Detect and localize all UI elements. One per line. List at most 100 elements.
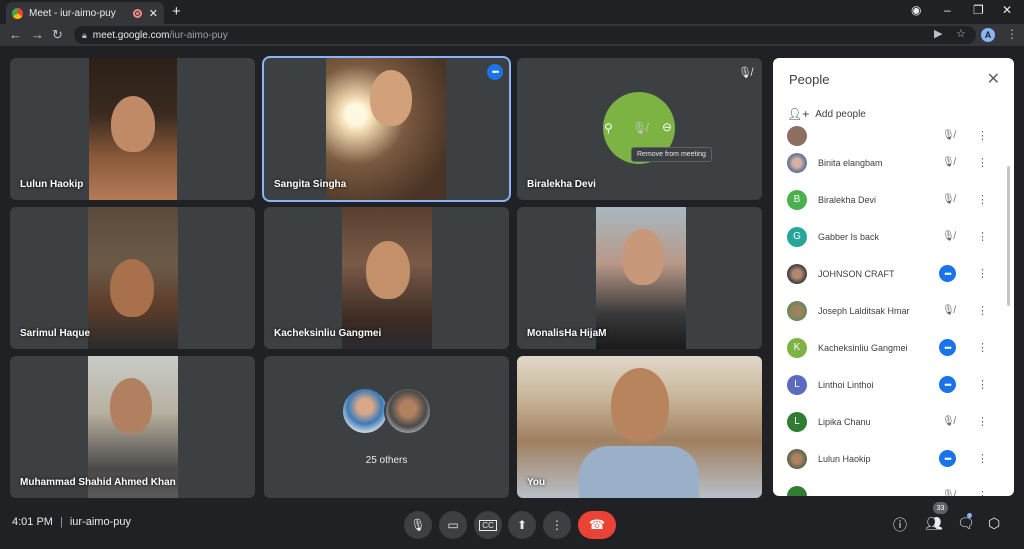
participant-tile[interactable]: Sarimul Haque — [10, 207, 255, 349]
self-video — [517, 356, 762, 498]
forward-icon[interactable]: → — [31, 27, 44, 42]
more-vert-icon: ⋮ — [551, 518, 563, 532]
camera-permission-icon[interactable]: ▶ — [934, 27, 942, 40]
list-item[interactable]: Binita elangbam 🎙︎̸ ⋮ — [773, 144, 1003, 181]
participant-name: MonalisHa HijaM — [527, 328, 607, 339]
clock-time: 4:01 PM — [12, 516, 53, 528]
restore-icon[interactable]: ❐ — [973, 3, 984, 17]
participant-more-icon[interactable]: ••• — [939, 265, 956, 282]
browser-menu-icon[interactable]: ⋮ — [1006, 27, 1018, 41]
profile-avatar[interactable]: A — [981, 28, 995, 42]
participant-name: Gabber Is back — [818, 231, 880, 242]
window-close-icon[interactable]: ✕ — [1002, 3, 1012, 17]
pin-icon[interactable]: ⚲ — [604, 121, 613, 135]
remove-participant-icon[interactable]: ⊖ — [662, 120, 672, 134]
add-people-button[interactable]: 👤︎+ Add people — [787, 107, 866, 121]
kebab-icon[interactable]: ⋮ — [977, 156, 988, 169]
avatar — [787, 263, 807, 284]
kebab-icon[interactable]: ⋮ — [977, 267, 988, 280]
mic-off-icon: 🎙︎̸ — [942, 490, 955, 496]
kebab-icon[interactable]: ⋮ — [977, 378, 988, 391]
mic-icon: 🎙︎ — [410, 518, 426, 532]
participant-tile-pinned[interactable]: ••• Sangita Singha — [262, 56, 511, 202]
tab-search-icon[interactable]: ◉ — [911, 3, 921, 17]
avatar: L — [787, 374, 807, 395]
kebab-icon[interactable]: ⋮ — [977, 230, 988, 243]
add-person-icon: 👤︎+ — [787, 107, 810, 121]
chat-icon[interactable]: 🗨︎ — [957, 515, 975, 532]
list-item[interactable]: L Lipika Chanu 🎙︎̸ ⋮ — [773, 403, 1003, 440]
participant-tile[interactable]: 🎙︎̸ ⚲ 🎙︎̸ ⊖ Remove from meeting Biralekh… — [517, 58, 762, 200]
new-tab-button[interactable]: + — [172, 3, 181, 20]
omnibox[interactable]: 🔒︎ meet.google.com/iur-aimo-puy — [74, 26, 976, 44]
participant-count-badge: 33 — [933, 502, 948, 514]
scrollbar[interactable] — [1007, 166, 1010, 306]
list-item[interactable]: B Biralekha Devi 🎙︎̸ ⋮ — [773, 181, 1003, 218]
people-panel: People ✕ 👤︎+ Add people 🎙︎̸ ⋮ Binita ela… — [773, 58, 1014, 496]
activities-icon[interactable]: ⬡ — [988, 515, 1000, 532]
mic-off-icon: 🎙︎̸ — [942, 130, 955, 141]
participant-tile[interactable]: MonalisHa HijaM — [517, 207, 762, 349]
participant-tile[interactable]: Muhammad Shahid Ahmed Khan — [10, 356, 255, 498]
mic-off-icon: 🎙︎̸ — [738, 67, 752, 79]
minimize-icon[interactable]: – — [944, 3, 951, 17]
participant-more-icon[interactable]: ••• — [939, 450, 956, 467]
participant-more-icon[interactable]: ••• — [939, 376, 956, 393]
present-icon: ⬆ — [516, 518, 528, 532]
others-count-label: 25 others — [365, 455, 408, 466]
bookmark-star-icon[interactable]: ☆ — [956, 27, 966, 40]
mute-participant-icon[interactable]: 🎙︎̸ — [632, 121, 647, 135]
tab-title: Meet - iur-aimo-puy — [29, 7, 116, 19]
kebab-icon[interactable]: ⋮ — [977, 452, 988, 465]
participant-tile[interactable]: Lulun Haokip — [10, 58, 255, 200]
kebab-icon[interactable]: ⋮ — [977, 193, 988, 206]
list-item[interactable]: K Kacheksinliu Gangmei ••• ⋮ — [773, 329, 1003, 366]
participant-name: Sarimul Haque — [20, 328, 91, 339]
participant-more-icon[interactable]: ••• — [939, 339, 956, 356]
tile-more-options-icon[interactable]: ••• — [487, 64, 503, 80]
mic-off-icon: 🎙︎̸ — [942, 194, 955, 205]
meeting-code: iur-aimo-puy — [69, 516, 131, 528]
avatar — [787, 125, 807, 146]
kebab-icon[interactable]: ⋮ — [977, 341, 988, 354]
captions-icon: CC — [479, 519, 497, 531]
tab-close-icon[interactable]: ✕ — [149, 7, 158, 20]
participant-name: Lulun Haokip — [818, 453, 871, 464]
participant-list[interactable]: 🎙︎̸ ⋮ Binita elangbam 🎙︎̸ ⋮ B Biralekha … — [773, 124, 1003, 496]
avatar: G — [787, 226, 807, 247]
url-host: meet.google.com — [92, 29, 170, 41]
self-video-tile[interactable]: You — [517, 356, 762, 498]
mic-button[interactable]: 🎙︎ — [404, 511, 432, 539]
people-icon[interactable]: 👥︎ — [925, 515, 943, 532]
mic-off-icon: 🎙︎̸ — [942, 416, 955, 427]
list-item[interactable]: Joseph Lalditsak Hmar 🎙︎̸ ⋮ — [773, 292, 1003, 329]
others-tile[interactable]: 25 others — [264, 356, 509, 498]
reload-icon[interactable]: ↻ — [52, 27, 63, 43]
leave-call-button[interactable]: ☎︎ — [578, 511, 616, 539]
back-icon[interactable]: ← — [9, 27, 22, 42]
present-button[interactable]: ⬆ — [508, 511, 536, 539]
list-item[interactable]: G Gabber Is back 🎙︎̸ ⋮ — [773, 218, 1003, 255]
list-item[interactable]: Lulun Haokip ••• ⋮ — [773, 440, 1003, 477]
more-options-button[interactable]: ⋮ — [543, 511, 571, 539]
participant-name: Kacheksinliu Gangmei — [274, 328, 382, 339]
participant-name: Biralekha Devi — [818, 194, 877, 205]
browser-tab[interactable]: Meet - iur-aimo-puy ✕ — [6, 2, 164, 24]
kebab-icon[interactable]: ⋮ — [977, 129, 988, 142]
list-item[interactable]: L Linthoi Linthoi ••• ⋮ — [773, 366, 1003, 403]
kebab-icon[interactable]: ⋮ — [977, 489, 988, 496]
avatar: B — [787, 189, 807, 210]
close-icon[interactable]: ✕ — [987, 69, 1000, 89]
avatar — [787, 152, 807, 173]
camera-icon: ▭ — [447, 518, 459, 532]
camera-button[interactable]: ▭ — [439, 511, 467, 539]
kebab-icon[interactable]: ⋮ — [977, 304, 988, 317]
kebab-icon[interactable]: ⋮ — [977, 415, 988, 428]
list-item[interactable]: 🎙︎̸ ⋮ — [773, 477, 1003, 496]
list-item[interactable]: JOHNSON CRAFT ••• ⋮ — [773, 255, 1003, 292]
participant-name: Binita elangbam — [818, 157, 883, 168]
participant-name: Muhammad Shahid Ahmed Khan — [20, 477, 176, 488]
meeting-details-icon[interactable]: ⓘ — [893, 515, 907, 535]
participant-tile[interactable]: Kacheksinliu Gangmei — [264, 207, 509, 349]
captions-button[interactable]: CC — [474, 511, 502, 539]
